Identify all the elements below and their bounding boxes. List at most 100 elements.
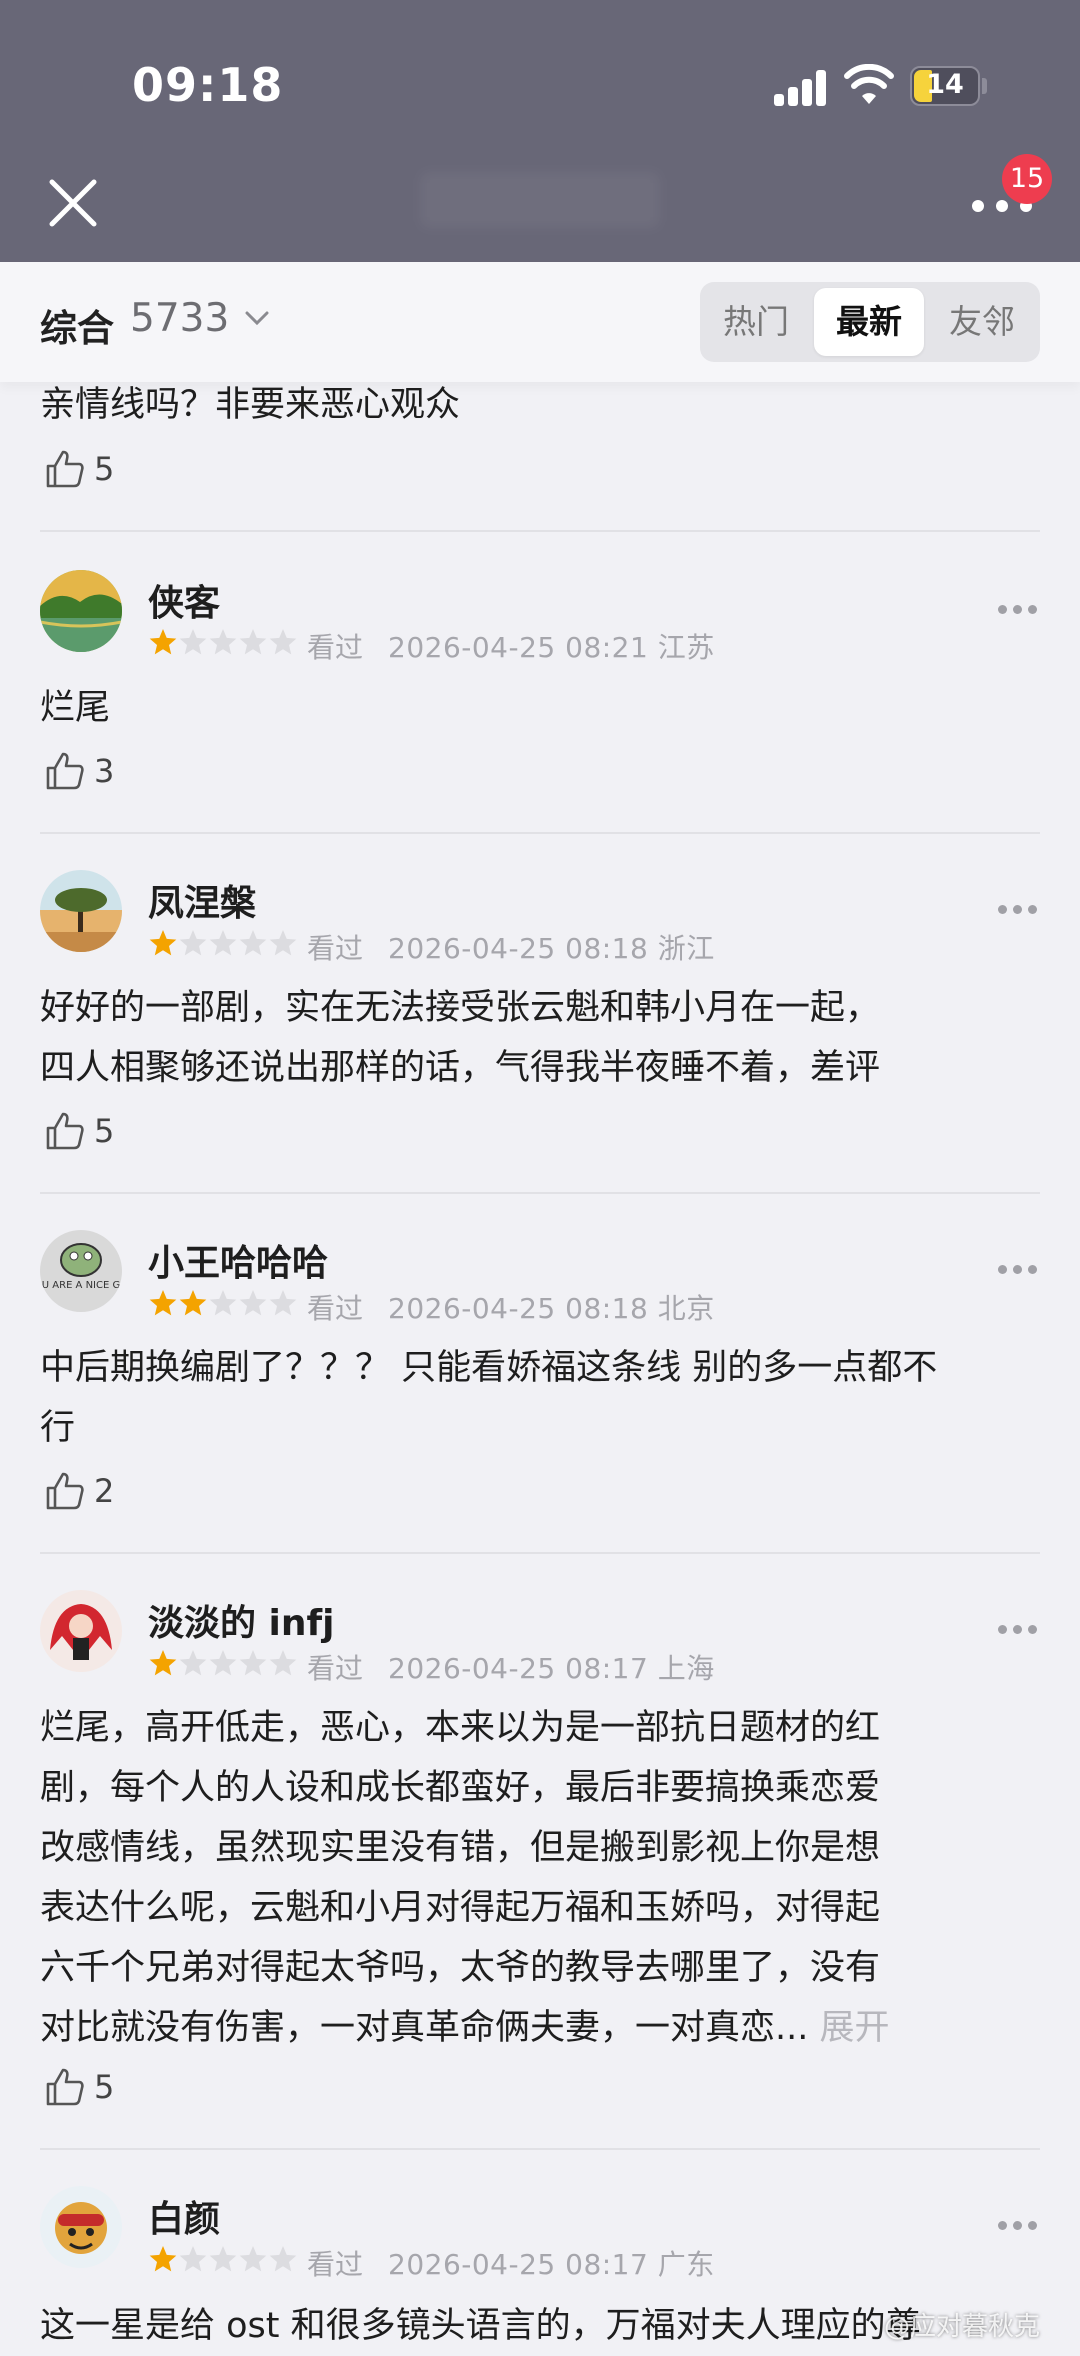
avatar[interactable] bbox=[40, 570, 122, 652]
blurred-title bbox=[420, 172, 660, 228]
star-empty-icon bbox=[209, 1650, 237, 1676]
review-count[interactable]: 5733 bbox=[130, 296, 229, 341]
avatar[interactable] bbox=[40, 2186, 122, 2268]
star-empty-icon bbox=[269, 629, 297, 655]
rating-stars bbox=[148, 1649, 298, 1679]
comment-more-button[interactable] bbox=[998, 905, 1038, 917]
divider bbox=[40, 1192, 1040, 1194]
star-rating-graphic bbox=[149, 1290, 297, 1316]
comment-text: 烂尾 bbox=[40, 688, 111, 728]
rating-stars bbox=[148, 1289, 298, 1319]
star-rating-graphic bbox=[149, 930, 297, 956]
expand-link[interactable]: 展开 bbox=[820, 2008, 890, 2048]
star-empty-icon bbox=[209, 629, 237, 655]
star-empty-icon bbox=[179, 930, 207, 956]
star-empty-icon bbox=[209, 1290, 237, 1316]
watched-label: 看过 bbox=[307, 631, 364, 664]
star-filled-icon bbox=[149, 1650, 177, 1676]
filter-bar: 综合 5733 热门 最新 友邻 bbox=[0, 262, 1080, 382]
comment-meta: 2026-04-25 08:17 广东 bbox=[388, 2248, 715, 2281]
username[interactable]: 小王哈哈哈 bbox=[148, 1234, 328, 1286]
divider bbox=[40, 530, 1040, 532]
username[interactable]: 淡淡的 infj bbox=[148, 1594, 335, 1646]
comment-meta: 2026-04-25 08:21 江苏 bbox=[388, 631, 715, 664]
thumbs-up-icon bbox=[46, 2068, 84, 2106]
rating-stars bbox=[148, 929, 298, 959]
divider bbox=[40, 1552, 1040, 1554]
star-filled-icon bbox=[149, 930, 177, 956]
avatar[interactable] bbox=[40, 870, 122, 952]
wifi-icon bbox=[844, 64, 894, 104]
thumbs-up-icon bbox=[46, 1112, 84, 1150]
star-rating-graphic bbox=[149, 629, 297, 655]
tab-friends[interactable]: 友邻 bbox=[932, 288, 1032, 356]
tree-sunset-icon bbox=[40, 870, 122, 952]
star-empty-icon bbox=[269, 2246, 297, 2272]
star-empty-icon bbox=[179, 1650, 207, 1676]
star-empty-icon bbox=[269, 930, 297, 956]
sort-label[interactable]: 综合 bbox=[40, 298, 114, 352]
avatar-caption: YOU ARE A NICE GUY bbox=[40, 1280, 122, 1291]
chevron-down-icon[interactable] bbox=[242, 306, 272, 330]
close-icon[interactable] bbox=[42, 172, 104, 234]
comment-meta: 2026-04-25 08:18 浙江 bbox=[388, 932, 715, 965]
like-count: 5 bbox=[94, 1112, 115, 1150]
watched-label: 看过 bbox=[307, 2248, 364, 2281]
star-filled-icon bbox=[179, 1290, 207, 1316]
thumbs-up-icon bbox=[46, 1472, 84, 1510]
avatar[interactable] bbox=[40, 1590, 122, 1672]
comment-text: 中后期换编剧了？？？ 只能看娇福这条线 别的多一点都不 行 bbox=[40, 1348, 938, 1448]
watched-label: 看过 bbox=[307, 1652, 364, 1685]
tab-hot[interactable]: 热门 bbox=[706, 288, 806, 356]
star-rating-graphic bbox=[149, 1650, 297, 1676]
cellular-signal-icon bbox=[774, 70, 828, 106]
avatar[interactable]: YOU ARE A NICE GUY bbox=[40, 1230, 122, 1312]
watched-label: 看过 bbox=[307, 932, 364, 965]
star-empty-icon bbox=[239, 629, 267, 655]
username[interactable]: 凤涅槃 bbox=[148, 874, 256, 926]
star-filled-icon bbox=[149, 629, 177, 655]
thumbs-up-icon bbox=[46, 450, 84, 488]
star-empty-icon bbox=[209, 930, 237, 956]
star-filled-icon bbox=[149, 1290, 177, 1316]
star-empty-icon bbox=[239, 2246, 267, 2272]
star-empty-icon bbox=[239, 1290, 267, 1316]
comment-text: 好好的一部剧，实在无法接受张云魁和韩小月在一起， 四人相聚够还说出那样的话，气得… bbox=[40, 988, 881, 1088]
comment-text: 这一星是给 ost 和很多镜头语言的，万福对夫人理应的尊 bbox=[40, 2306, 921, 2346]
comment-meta: 2026-04-25 08:17 上海 bbox=[388, 1652, 715, 1685]
divider bbox=[40, 2148, 1040, 2150]
like-count: 5 bbox=[94, 450, 115, 488]
notification-badge: 15 bbox=[1002, 154, 1052, 204]
thumbs-up-icon bbox=[46, 752, 84, 790]
rating-stars bbox=[148, 628, 298, 658]
battery-tip bbox=[982, 78, 987, 94]
star-empty-icon bbox=[239, 1650, 267, 1676]
like-count: 2 bbox=[94, 1472, 115, 1510]
tab-latest[interactable]: 最新 bbox=[814, 288, 924, 356]
watermark: @应对暮秋克 bbox=[884, 2312, 1041, 2342]
star-empty-icon bbox=[179, 629, 207, 655]
frog-sticker-icon: YOU ARE A NICE GUY bbox=[40, 1230, 122, 1312]
comment-text: 亲情线吗？非要来恶心观众 bbox=[40, 385, 461, 425]
comment-more-button[interactable] bbox=[998, 605, 1038, 617]
like-count: 3 bbox=[94, 752, 115, 790]
star-filled-icon bbox=[149, 2246, 177, 2272]
watched-label: 看过 bbox=[307, 1292, 364, 1325]
lake-landscape-icon bbox=[40, 570, 122, 652]
comment-more-button[interactable] bbox=[998, 2221, 1038, 2233]
star-rating-graphic bbox=[149, 2246, 297, 2272]
rating-stars bbox=[148, 2245, 298, 2275]
battery-icon: 14 bbox=[910, 66, 980, 106]
like-count: 5 bbox=[94, 2068, 115, 2106]
comment-more-button[interactable] bbox=[998, 1625, 1038, 1637]
cartoon-character-icon bbox=[40, 2186, 122, 2268]
username[interactable]: 白颜 bbox=[148, 2190, 220, 2242]
anime-girl-icon bbox=[40, 1590, 122, 1672]
star-empty-icon bbox=[179, 2246, 207, 2272]
divider bbox=[40, 832, 1040, 834]
star-empty-icon bbox=[269, 1290, 297, 1316]
comment-more-button[interactable] bbox=[998, 1265, 1038, 1277]
status-time: 09:18 bbox=[132, 58, 284, 112]
username[interactable]: 侠客 bbox=[148, 574, 220, 626]
star-empty-icon bbox=[209, 2246, 237, 2272]
